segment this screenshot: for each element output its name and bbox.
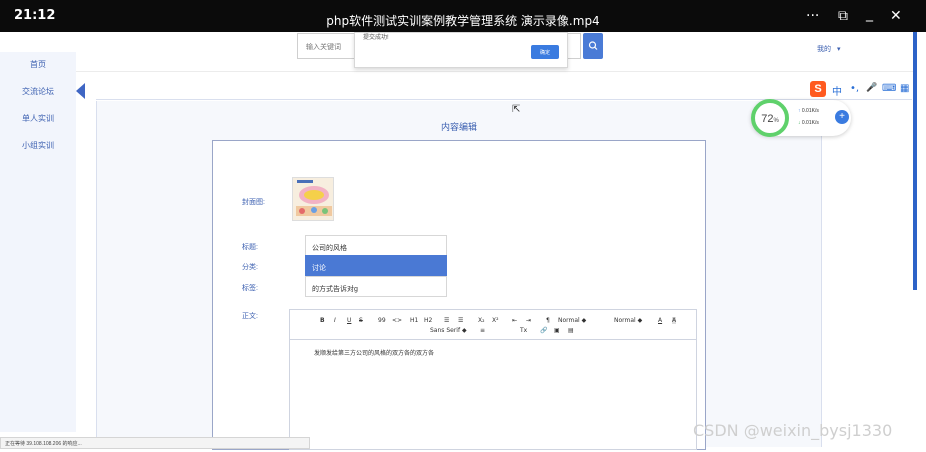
pip-icon[interactable]: ⧉	[838, 8, 848, 24]
text-color-button[interactable]: A	[658, 317, 662, 324]
header-select[interactable]: Normal ◆	[614, 317, 642, 324]
h1-button[interactable]: H1	[410, 317, 418, 324]
tags-label: 标签:	[242, 285, 258, 292]
category-field[interactable]: 讨论	[305, 255, 447, 276]
strike-button[interactable]: S	[359, 317, 363, 324]
cover-thumbnail	[293, 178, 333, 220]
scroll-indicator[interactable]	[913, 32, 917, 290]
sidebar-item-forum[interactable]: 交流论坛	[22, 86, 54, 97]
size-select[interactable]: Normal ◆	[558, 317, 586, 324]
memory-percent: 72%	[761, 113, 779, 125]
ime-toolbar: S 中 •, 🎤 ⌨ ▦	[810, 81, 915, 99]
bullet-list-button[interactable]: ☰	[458, 317, 463, 324]
download-speed: ↓ 0.01K/s	[798, 120, 819, 126]
editor-content[interactable]: 发顺发给第三方公司的风格的双方各的双方各	[314, 348, 434, 357]
more-icon[interactable]: ···	[806, 8, 819, 24]
chevron-down-icon: ▾	[836, 46, 841, 53]
font-select[interactable]: Sans Serif ◆	[430, 327, 467, 334]
underline-button[interactable]: U	[347, 317, 351, 324]
ime-punct-icon[interactable]: •,	[850, 83, 859, 94]
dialog-message: 提交成功!	[363, 35, 389, 41]
image-icon[interactable]: ▣	[554, 327, 560, 334]
title-label: 标题:	[242, 244, 258, 251]
category-label: 分类:	[242, 264, 258, 271]
editor-toolbar: B I U S 99 <> H1 H2 ☰ ☰ X₂ X² ⇤ ⇥ ¶ Norm…	[290, 310, 696, 340]
success-dialog: 提交成功! 确定	[354, 32, 568, 68]
user-menu-label: 我的	[817, 46, 831, 53]
ime-lang-icon[interactable]: 中	[832, 83, 842, 98]
apps-icon[interactable]: ▦	[900, 83, 909, 94]
search-icon	[588, 41, 598, 50]
player-title: php软件测试实训案例教学管理系统 演示录像.mp4	[326, 14, 600, 28]
align-button[interactable]: ≡	[480, 327, 485, 334]
cover-image[interactable]	[292, 177, 334, 221]
minimize-icon[interactable]: _	[866, 6, 873, 22]
sidebar-active-indicator	[76, 83, 85, 99]
sidebar-item-group-training[interactable]: 小组实训	[22, 140, 54, 151]
content-topbar	[96, 82, 912, 100]
watermark: CSDN @weixin_bysj1330	[693, 421, 893, 440]
tags-field[interactable]: 的方式告诉对g	[305, 276, 447, 297]
rich-text-editor: B I U S 99 <> H1 H2 ☰ ☰ X₂ X² ⇤ ⇥ ¶ Norm…	[289, 309, 697, 450]
sogou-logo-icon[interactable]: S	[810, 81, 826, 97]
upload-speed: ↑ 0.01K/s	[798, 108, 819, 114]
title-field[interactable]: 公司的风格	[305, 235, 447, 256]
search-button[interactable]	[583, 33, 603, 59]
keyboard-icon[interactable]: ⌨	[882, 83, 896, 94]
content-label: 正文:	[242, 313, 258, 320]
user-menu[interactable]: 我的 ▾	[817, 44, 840, 54]
code-button[interactable]: <>	[392, 317, 402, 324]
blockquote-button[interactable]: 99	[378, 317, 386, 324]
page-title: 内容编辑	[440, 122, 477, 132]
subscript-button[interactable]: X₂	[478, 317, 485, 324]
microphone-icon[interactable]: 🎤	[866, 83, 877, 93]
italic-button[interactable]: I	[334, 317, 336, 324]
plus-icon[interactable]: +	[835, 110, 849, 124]
video-player-bar: 21:12 php软件测试实训案例教学管理系统 演示录像.mp4 ··· ⧉ _…	[0, 0, 926, 32]
background-color-button[interactable]: A	[672, 317, 677, 324]
browser-status: 正在等待 39.108.108.206 的响应...	[0, 437, 310, 449]
confirm-button[interactable]: 确定	[531, 45, 559, 59]
screen: 21:12 php软件测试实训案例教学管理系统 演示录像.mp4 ··· ⧉ _…	[0, 0, 926, 452]
outdent-button[interactable]: ⇤	[512, 317, 517, 324]
memory-ring[interactable]: 72%	[751, 99, 789, 137]
indent-button[interactable]: ⇥	[526, 317, 531, 324]
sidebar-item-solo-training[interactable]: 单人实训	[22, 113, 54, 124]
ordered-list-button[interactable]: ☰	[444, 317, 449, 324]
sidebar	[0, 52, 76, 432]
text-direction-button[interactable]: ¶	[546, 317, 550, 324]
video-icon[interactable]: ▤	[568, 327, 574, 334]
superscript-button[interactable]: X²	[492, 317, 499, 324]
close-icon[interactable]: ✕	[890, 8, 902, 24]
clear-format-button[interactable]: Tx	[520, 327, 527, 334]
bold-button[interactable]: B	[320, 317, 325, 324]
link-icon[interactable]: 🔗	[540, 327, 547, 334]
h2-button[interactable]: H2	[424, 317, 432, 324]
sidebar-item-home[interactable]: 首页	[30, 59, 46, 70]
cover-label: 封面图:	[242, 199, 265, 206]
network-speed-widget: 72% ↑ 0.01K/s ↓ 0.01K/s +	[751, 99, 851, 137]
mouse-cursor-icon: ⇱	[512, 104, 521, 115]
